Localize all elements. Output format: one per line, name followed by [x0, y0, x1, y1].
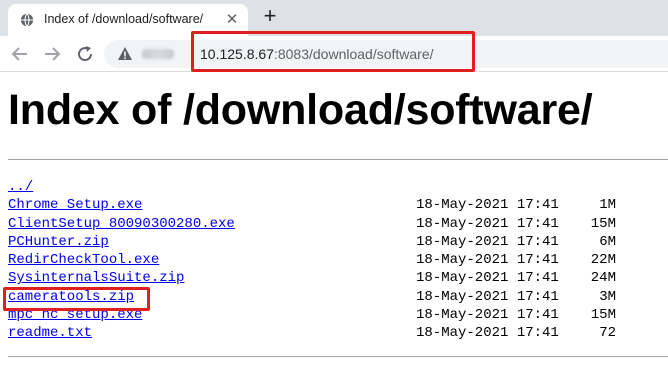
file-link[interactable]: ClientSetup 80090300280.exe: [8, 215, 235, 233]
divider-top: [8, 159, 668, 160]
file-size: 72: [599, 325, 616, 342]
tab-title: Index of /download/software/: [44, 12, 204, 26]
warning-triangle-icon[interactable]: [117, 46, 133, 62]
divider-bottom: [8, 356, 668, 357]
file-date: 18-May-2021 17:41: [416, 197, 559, 214]
blurred-security-label: [142, 49, 174, 59]
globe-icon: [20, 13, 34, 27]
page-title: Index of /download/software/: [8, 86, 593, 134]
file-listing: ../Chrome Setup.exe 18-May-2021 17:41 1M Cl…: [8, 178, 668, 343]
file-date: 18-May-2021 17:41: [416, 325, 559, 342]
file-link[interactable]: SysinternalsSuite.zip: [8, 269, 184, 287]
list-item: SysinternalsSuite.zip 18-May-2021 17:41 24…: [8, 269, 668, 287]
back-arrow-icon[interactable]: [8, 42, 32, 66]
file-link[interactable]: ../: [8, 178, 33, 196]
file-link[interactable]: readme.txt: [8, 324, 92, 342]
file-size: 22M: [590, 252, 616, 269]
file-date: 18-May-2021 17:41: [416, 215, 559, 232]
reload-icon[interactable]: [73, 42, 97, 66]
url-highlight-box: [191, 31, 475, 72]
list-item: RedirCheckTool.exe 18-May-2021 17:41 22M: [8, 251, 668, 269]
plus-icon[interactable]: +: [259, 5, 281, 27]
list-item: readme.txt 18-May-2021 17:41 72: [8, 324, 668, 342]
file-size: 24M: [590, 270, 616, 287]
file-size: 3M: [599, 288, 616, 305]
file-link[interactable]: PCHunter.zip: [8, 233, 109, 251]
file-date: 18-May-2021 17:41: [416, 252, 559, 269]
list-item: ClientSetup 80090300280.exe 18-May-2021 1…: [8, 215, 668, 233]
list-item: ../: [8, 178, 668, 196]
file-date: 18-May-2021 17:41: [416, 270, 559, 287]
file-size: 15M: [590, 307, 616, 324]
list-item: Chrome Setup.exe 18-May-2021 17:41 1M: [8, 196, 668, 214]
file-size: 1M: [599, 197, 616, 214]
file-size: 6M: [599, 233, 616, 250]
file-link[interactable]: Chrome Setup.exe: [8, 196, 142, 214]
file-size: 15M: [590, 215, 616, 232]
file-link[interactable]: RedirCheckTool.exe: [8, 251, 159, 269]
forward-arrow-icon[interactable]: [40, 42, 64, 66]
list-item: PCHunter.zip 18-May-2021 17:41 6M: [8, 233, 668, 251]
file-highlight-box: [3, 287, 150, 311]
file-date: 18-May-2021 17:41: [416, 233, 559, 250]
close-icon[interactable]: ✕: [223, 11, 241, 29]
file-date: 18-May-2021 17:41: [416, 288, 559, 305]
file-date: 18-May-2021 17:41: [416, 307, 559, 324]
